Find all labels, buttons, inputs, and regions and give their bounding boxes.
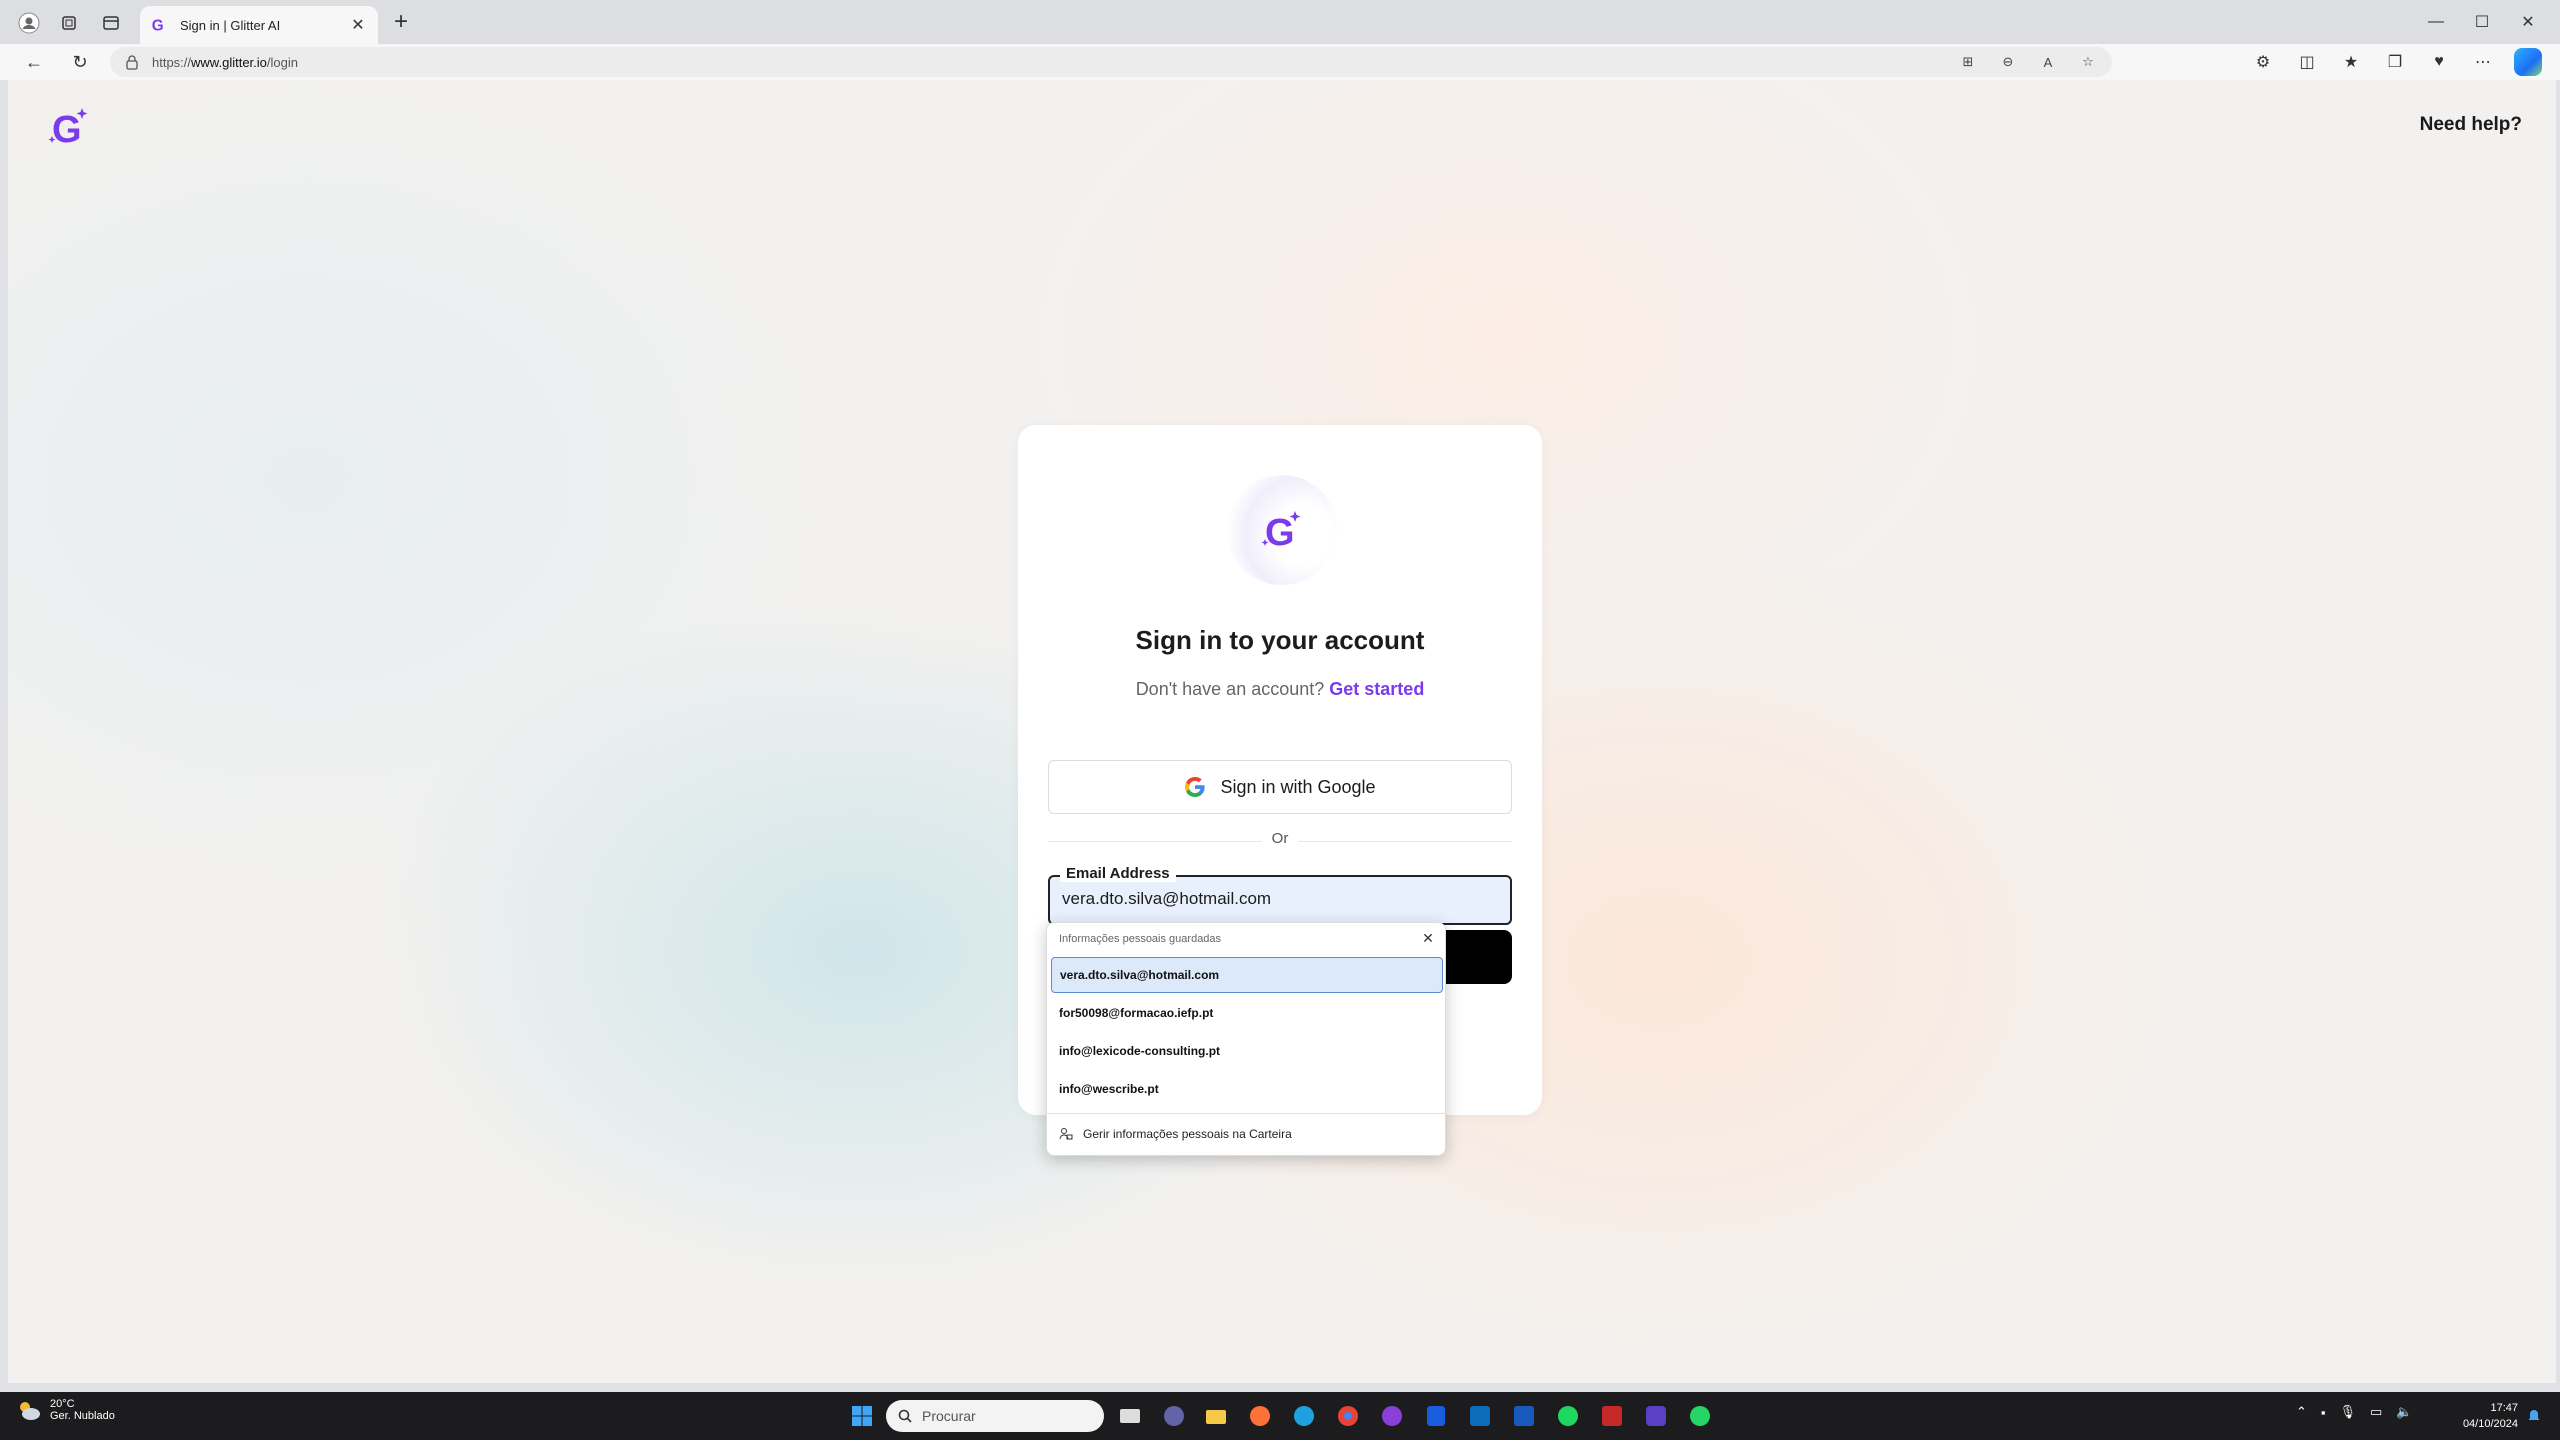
mic-muted-icon[interactable]: 🎙 — [2340, 1404, 2357, 1420]
autofill-item[interactable]: for50098@formacao.iefp.pt — [1051, 995, 1443, 1031]
favorite-star-icon[interactable]: ☆ — [2076, 50, 2100, 74]
google-icon — [1185, 777, 1206, 797]
task-view-icon[interactable] — [1114, 1400, 1146, 1432]
whatsapp-icon[interactable] — [1684, 1400, 1716, 1432]
weather-text: Ger. Nublado — [50, 1410, 115, 1422]
close-icon[interactable]: ✕ — [1419, 929, 1437, 947]
manage-wallet-label: Gerir informações pessoais na Carteira — [1083, 1127, 1292, 1141]
need-help-link[interactable]: Need help? — [2420, 114, 2522, 136]
cloud-sun-icon — [20, 1402, 40, 1420]
zoom-icon[interactable]: ⊖ — [1996, 50, 2020, 74]
windows-start-icon[interactable] — [846, 1400, 878, 1432]
browser-toolbar: ← ↻ https://www.glitter.io/login ⊞ ⊖ A ☆… — [0, 44, 2560, 80]
chevron-up-icon[interactable]: ⌃ — [2296, 1404, 2307, 1420]
autofill-item[interactable]: vera.dto.silva@hotmail.com — [1051, 957, 1443, 993]
favorites-icon[interactable]: ★ — [2338, 49, 2364, 75]
volume-icon[interactable]: 🔈 — [2396, 1404, 2412, 1420]
firefox-icon[interactable] — [1244, 1400, 1276, 1432]
refresh-icon[interactable]: ↻ — [66, 48, 94, 76]
copilot-icon[interactable] — [2514, 48, 2542, 76]
app-available-icon[interactable]: ⊞ — [1956, 50, 1980, 74]
url-text: https://www.glitter.io/login — [152, 54, 298, 70]
lock-icon[interactable] — [124, 54, 140, 70]
date: 04/10/2024 — [2462, 1418, 2518, 1430]
browser-essentials-icon[interactable]: ♥ — [2426, 49, 2452, 75]
spotify-icon[interactable] — [1552, 1400, 1584, 1432]
maximize-icon[interactable]: ☐ — [2462, 8, 2502, 36]
or-divider: Or — [1048, 830, 1512, 852]
autofill-item[interactable]: info@wescribe.pt — [1051, 1071, 1443, 1107]
close-tab-icon[interactable]: ✕ — [348, 15, 368, 35]
address-bar[interactable]: https://www.glitter.io/login ⊞ ⊖ A ☆ — [110, 47, 2112, 77]
autofill-item[interactable]: info@lexicode-consulting.pt — [1051, 1033, 1443, 1069]
tray-app-icon[interactable]: ▪ — [2321, 1405, 2326, 1420]
svg-text:G: G — [52, 109, 82, 150]
system-tray: ⌃ ▪ 🎙 ▭ 🔈 — [2296, 1404, 2413, 1420]
weather-widget[interactable]: 20°C Ger. Nublado — [16, 1398, 115, 1422]
google-sign-in-button[interactable]: Sign in with Google — [1048, 760, 1512, 814]
more-menu-icon[interactable]: ⋯ — [2470, 49, 2496, 75]
email-label: Email Address — [1060, 865, 1176, 882]
glitter-logo-icon: G — [1261, 511, 1301, 553]
email-field[interactable] — [1062, 889, 1492, 909]
close-window-icon[interactable]: ✕ — [2508, 8, 2548, 36]
tab-title: Sign in | Glitter AI — [180, 17, 281, 33]
no-account-text: Don't have an account? — [1135, 679, 1325, 699]
split-screen-icon[interactable]: ◫ — [2294, 49, 2320, 75]
card-logo: G — [1227, 475, 1337, 585]
autofill-dropdown: Informações pessoais guardadas ✕ vera.dt… — [1046, 922, 1446, 1156]
signup-prompt: Don't have an account? Get started — [1018, 679, 1542, 700]
teams-icon[interactable] — [1158, 1400, 1190, 1432]
clock[interactable]: 17:47 04/10/2024 — [2448, 1400, 2518, 1432]
glitter-favicon-icon: G — [152, 17, 164, 34]
windows-taskbar: 20°C Ger. Nublado Procurar ⌃ ▪ 🎙 ▭ 🔈 17:… — [0, 1392, 2560, 1440]
wallet-person-icon — [1059, 1128, 1073, 1140]
google-button-label: Sign in with Google — [1220, 776, 1376, 797]
glitter-logo-icon[interactable]: G — [46, 104, 92, 150]
get-started-link[interactable]: Get started — [1329, 679, 1424, 699]
collections-icon[interactable]: ❐ — [2382, 49, 2408, 75]
chrome-icon[interactable] — [1332, 1400, 1364, 1432]
outlook-icon[interactable] — [1464, 1400, 1496, 1432]
email-field-container[interactable]: Email Address — [1048, 865, 1512, 925]
manage-wallet-link[interactable]: Gerir informações pessoais na Carteira — [1059, 1127, 1292, 1141]
temperature: 20°C — [50, 1398, 75, 1410]
read-aloud-icon[interactable]: A — [2036, 50, 2060, 74]
app-red-icon[interactable] — [1596, 1400, 1628, 1432]
autofill-header: Informações pessoais guardadas — [1059, 933, 1222, 945]
file-explorer-icon[interactable] — [1200, 1400, 1232, 1432]
page-title: Sign in to your account — [1135, 625, 1425, 655]
app-violet-icon[interactable] — [1640, 1400, 1672, 1432]
taskbar-search[interactable]: Procurar — [886, 1400, 1104, 1432]
extensions-icon[interactable]: ⚙ — [2250, 49, 2276, 75]
browser-titlebar: G Sign in | Glitter AI ✕ + — ☐ ✕ — [0, 0, 2560, 44]
svg-text:G: G — [1265, 512, 1295, 553]
network-icon[interactable]: ▭ — [2370, 1404, 2382, 1420]
svg-text:G: G — [152, 17, 164, 34]
autofill-separator — [1047, 1113, 1445, 1114]
edge-icon[interactable] — [1288, 1400, 1320, 1432]
word-icon[interactable] — [1508, 1400, 1540, 1432]
time: 17:47 — [2490, 1402, 2518, 1414]
new-tab-button[interactable]: + — [388, 10, 414, 36]
app-purple-icon[interactable] — [1376, 1400, 1408, 1432]
profile-icon[interactable] — [16, 10, 42, 36]
workspaces-icon[interactable] — [56, 10, 82, 36]
bitwarden-icon[interactable] — [1420, 1400, 1452, 1432]
search-placeholder: Procurar — [922, 1408, 976, 1424]
tab-actions-icon[interactable] — [98, 10, 124, 36]
back-icon[interactable]: ← — [20, 48, 48, 76]
notification-bell-icon[interactable] — [2526, 1408, 2542, 1424]
browser-tab-active[interactable]: G Sign in | Glitter AI ✕ — [140, 6, 378, 44]
page-background: G Need help? G Sign in to your account D… — [8, 80, 2556, 1383]
search-icon — [898, 1409, 912, 1423]
minimize-icon[interactable]: — — [2416, 8, 2456, 36]
